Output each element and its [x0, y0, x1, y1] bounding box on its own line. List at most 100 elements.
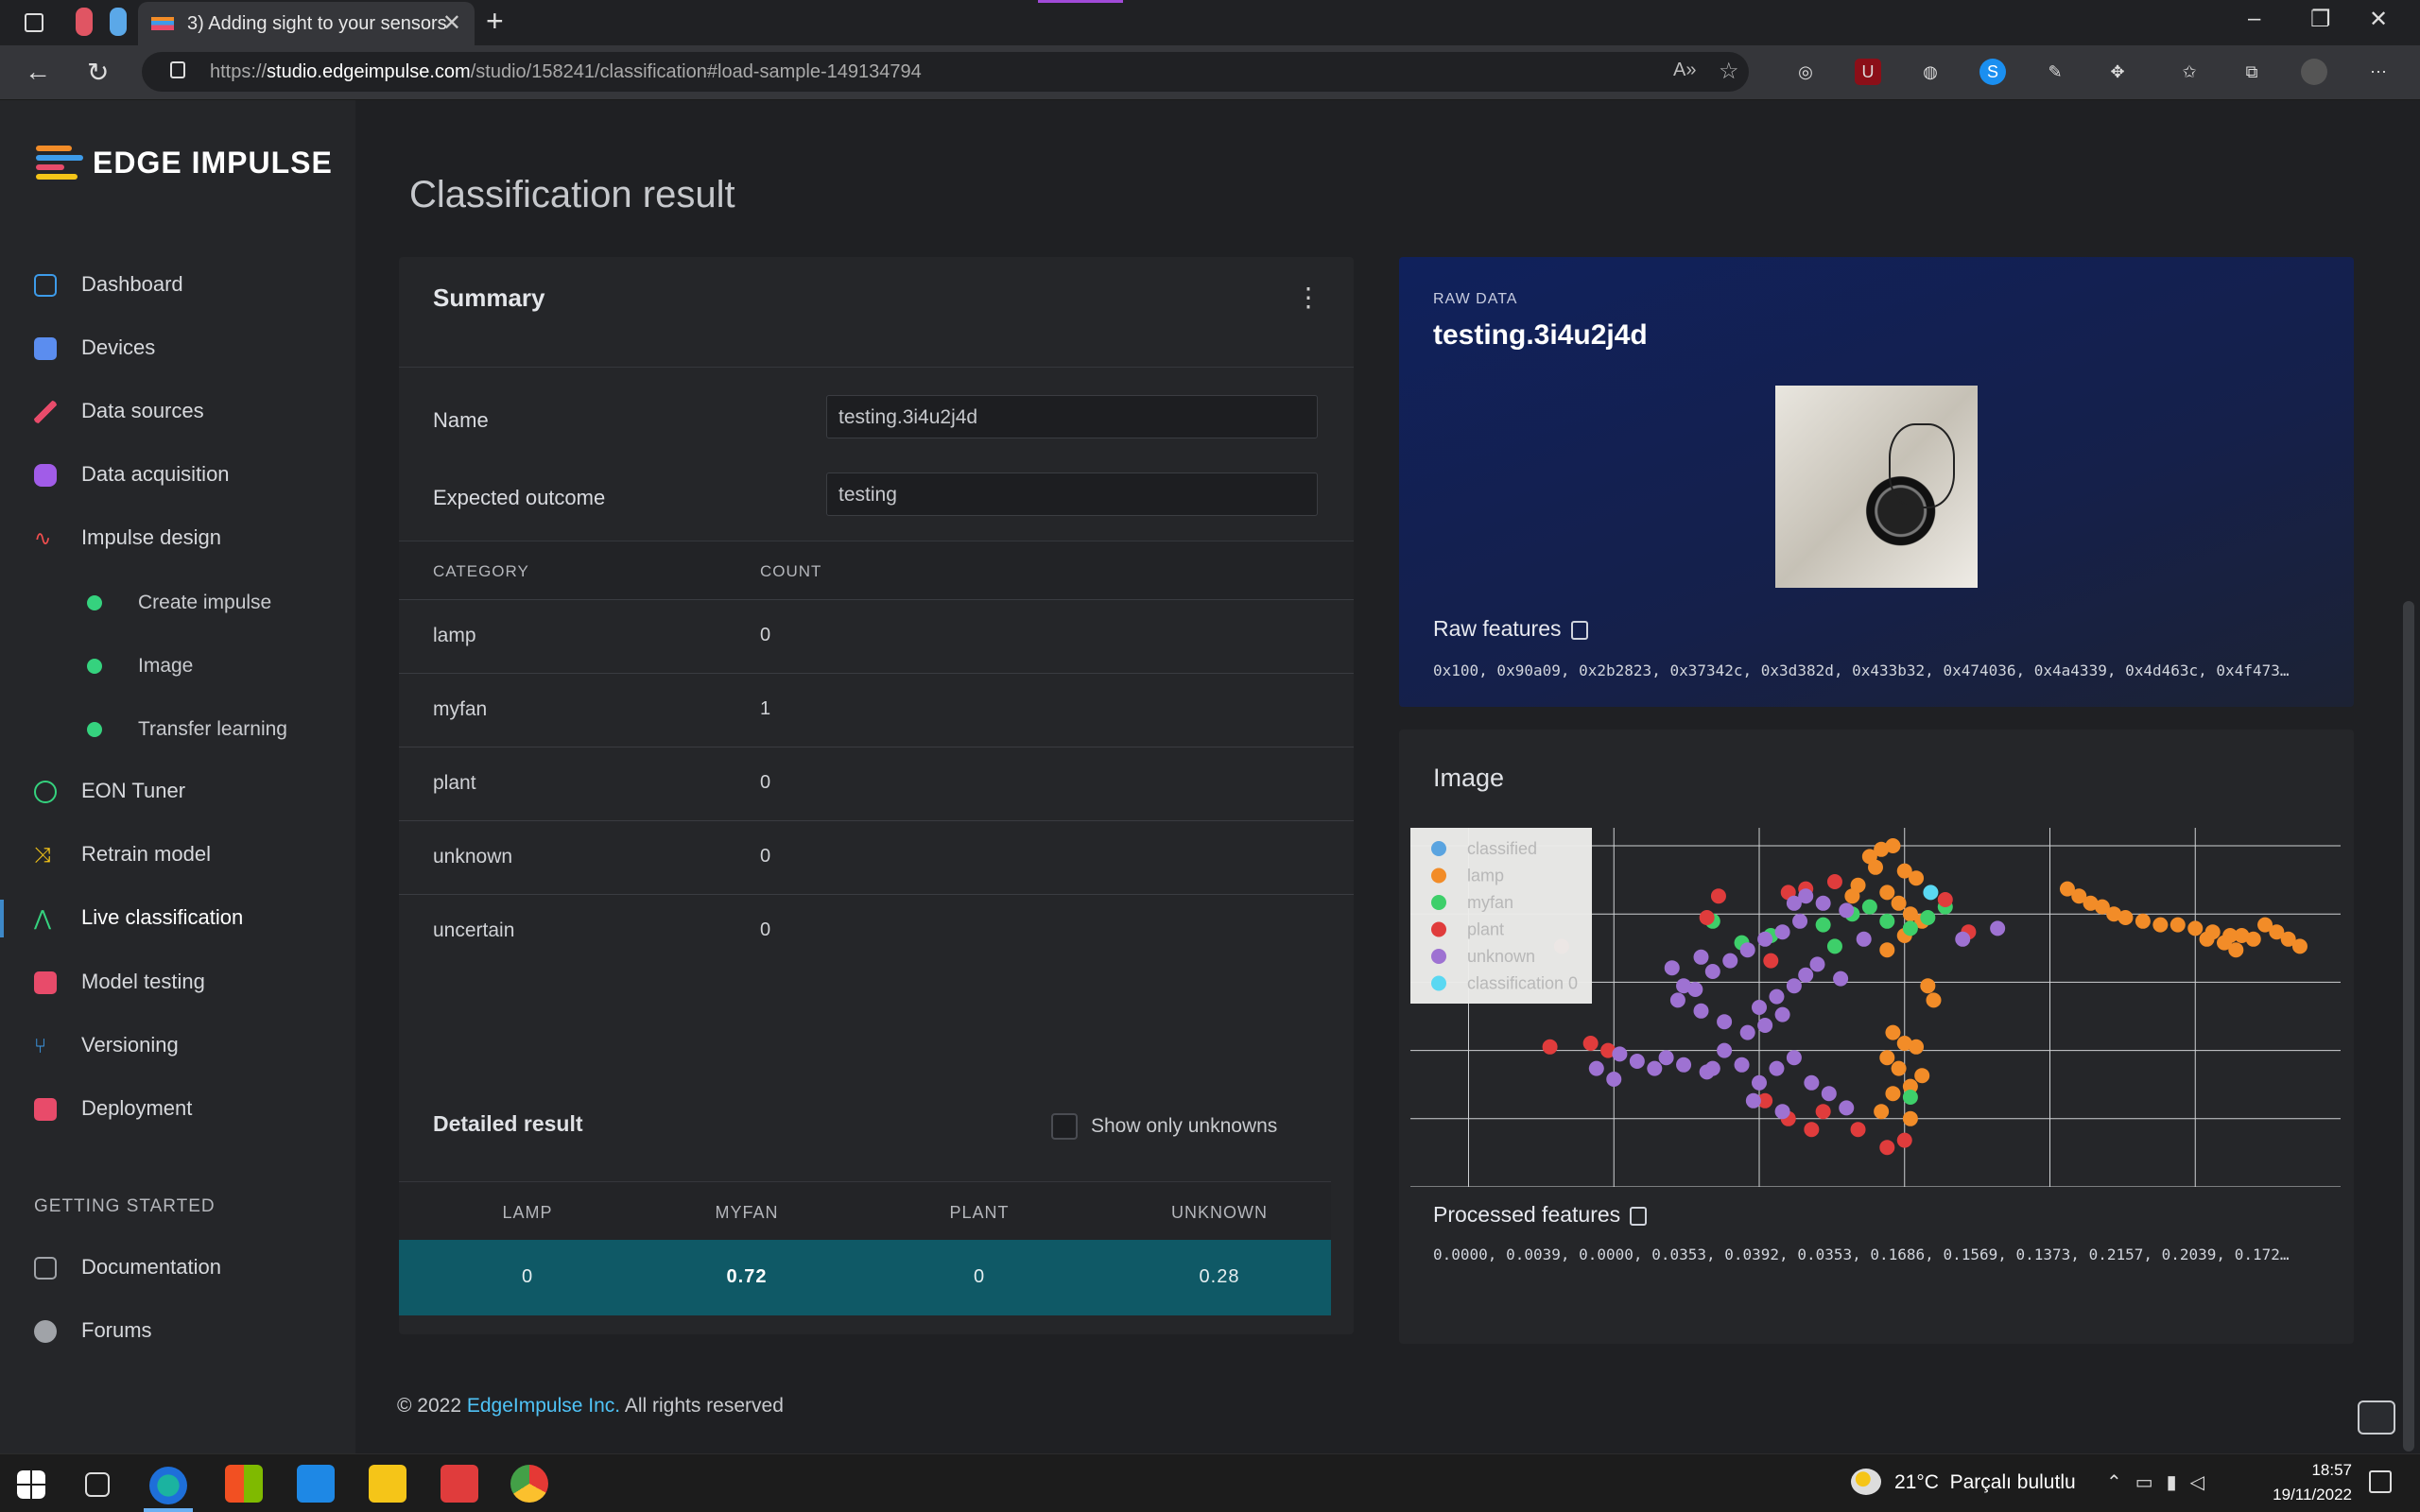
table-row: lamp 0 — [399, 599, 1354, 673]
new-tab-icon[interactable]: + — [486, 4, 504, 39]
sidebar-item-documentation[interactable]: Documentation — [34, 1255, 221, 1280]
weather-widget[interactable]: 21°C Parçalı bulutlu — [1894, 1471, 2076, 1494]
sidebar-item-retrain-model[interactable]: ⤨ Retrain model — [34, 842, 211, 867]
extension-glasses-icon[interactable]: ◎ — [1792, 59, 1819, 85]
show-unknowns-checkbox[interactable] — [1051, 1113, 1078, 1140]
chrome-taskbar-icon[interactable] — [510, 1465, 548, 1503]
scatter-point — [1833, 971, 1849, 987]
weather-icon — [1851, 1469, 1881, 1495]
sidebar-subitem-transfer-learning[interactable]: Transfer learning — [87, 718, 287, 741]
scatter-point — [1920, 910, 1936, 925]
favorite-icon[interactable]: ☆ — [1719, 58, 1739, 85]
store-taskbar-icon[interactable] — [225, 1465, 263, 1503]
sidebar-subitem-image[interactable]: Image — [87, 655, 193, 678]
scatter-point — [1809, 956, 1825, 972]
show-unknowns-label[interactable]: Show only unknowns — [1091, 1115, 1277, 1138]
image-card: Image classified lamp myfan plant unknown cla… — [1399, 730, 2354, 1344]
name-field[interactable]: testing.3i4u2j4d — [826, 395, 1318, 438]
legend-swatch — [1431, 841, 1446, 856]
workspaces-icon[interactable] — [25, 13, 43, 32]
scatter-point — [2245, 931, 2261, 947]
scatter-point — [1588, 1060, 1604, 1076]
raw-data-card: RAW DATA testing.3i4u2j4d Raw features 0… — [1399, 257, 2354, 707]
shazam-icon[interactable]: S — [1979, 59, 2006, 85]
close-window-icon[interactable]: ✕ — [2369, 6, 2388, 33]
browser-titlebar: 3) Adding sight to your sensors ✕ + – ❐ … — [0, 0, 2420, 45]
more-menu-icon[interactable]: ⋯ — [2365, 59, 2392, 85]
minimize-icon[interactable]: – — [2248, 6, 2260, 32]
extensions-icon[interactable]: ✥ — [2104, 59, 2131, 85]
tab-group-blue-icon[interactable] — [110, 8, 127, 36]
url-host: studio.edgeimpulse.com — [267, 61, 471, 82]
detail-table-header: LAMP MYFAN PLANT UNKNOWN — [399, 1181, 1331, 1240]
collections-icon[interactable]: ⧉ — [2238, 59, 2265, 85]
clock-date[interactable]: 19/11/2022 — [2244, 1486, 2352, 1504]
scatter-point — [1879, 942, 1895, 958]
active-tab[interactable]: 3) Adding sight to your sensors ✕ — [138, 2, 475, 45]
scatter-point — [1861, 899, 1877, 915]
brand-logo[interactable]: EDGE IMPULSE — [93, 146, 333, 180]
feature-scatter-chart[interactable]: classified lamp myfan plant unknown classific… — [1410, 828, 2341, 1187]
sidebar-item-deployment[interactable]: Deployment — [34, 1096, 192, 1122]
mail-taskbar-icon[interactable] — [297, 1465, 335, 1503]
scatter-point — [1821, 1086, 1837, 1102]
legend-swatch — [1431, 949, 1446, 964]
scatter-point — [2118, 910, 2134, 925]
address-bar[interactable]: https://studio.edgeimpulse.com/studio/15… — [142, 52, 1749, 92]
detail-col-myfan: MYFAN — [715, 1203, 779, 1222]
sidebar-item-forums[interactable]: Forums — [34, 1318, 152, 1344]
tab-group-red-icon[interactable] — [76, 8, 93, 36]
scatter-point — [1909, 1039, 1925, 1055]
expected-outcome-field[interactable]: testing — [826, 472, 1318, 516]
scrollbar[interactable] — [2403, 601, 2414, 1452]
feedback-button[interactable] — [2358, 1400, 2395, 1435]
sidebar-item-live-classification[interactable]: ⋀ Live classification — [34, 905, 243, 930]
sidebar-item-model-testing[interactable]: Model testing — [34, 970, 205, 995]
chip-icon — [34, 337, 57, 361]
scatter-point — [1815, 917, 1831, 933]
edge-taskbar-icon[interactable] — [149, 1467, 187, 1504]
restore-icon[interactable]: ❐ — [2310, 6, 2331, 33]
explorer-taskbar-icon[interactable] — [369, 1465, 406, 1503]
summary-menu-icon[interactable]: ⋮ — [1295, 282, 1322, 313]
sidebar-item-eon-tuner[interactable]: EON Tuner — [34, 779, 185, 804]
close-tab-icon[interactable]: ✕ — [442, 9, 461, 37]
table-row: plant 0 — [399, 747, 1354, 820]
copy-icon[interactable] — [1630, 1206, 1648, 1226]
sidebar-item-data-sources[interactable]: Data sources — [34, 399, 204, 424]
scatter-point — [1763, 953, 1779, 969]
tray-icons[interactable]: ⌃▭▮◁ — [2106, 1470, 2218, 1494]
sidebar-item-versioning[interactable]: ⑂ Versioning — [34, 1033, 179, 1057]
scatter-point — [1693, 1003, 1709, 1019]
sidebar-item-dashboard[interactable]: Dashboard — [34, 272, 183, 298]
detail-row[interactable]: 0 0.72 0 0.28 — [399, 1240, 1331, 1315]
extension-pen-icon[interactable]: ✎ — [2042, 59, 2068, 85]
sidebar-item-devices[interactable]: Devices — [34, 335, 155, 361]
favorites-icon[interactable]: ✩ — [2176, 59, 2203, 85]
refresh-icon[interactable]: ↻ — [87, 57, 109, 88]
logo-mark-2 — [36, 155, 83, 161]
discord-taskbar-icon[interactable] — [441, 1465, 478, 1503]
lock-icon — [170, 61, 185, 78]
sidebar-item-data-acquisition[interactable]: Data acquisition — [34, 462, 230, 488]
avatar[interactable] — [2301, 59, 2327, 85]
sidebar-subitem-create-impulse[interactable]: Create impulse — [87, 592, 271, 614]
scatter-point — [1815, 895, 1831, 911]
notifications-icon[interactable] — [2369, 1470, 2392, 1493]
read-aloud-icon[interactable]: A» — [1673, 60, 1696, 81]
sidebar-item-impulse-design[interactable]: ∿ Impulse design — [34, 525, 221, 550]
footer-company-link[interactable]: EdgeImpulse Inc. — [467, 1395, 620, 1417]
copy-icon[interactable] — [1570, 620, 1588, 640]
task-view-icon[interactable] — [85, 1472, 110, 1497]
back-icon[interactable]: ← — [25, 57, 51, 87]
scatter-point — [1874, 1104, 1890, 1120]
start-icon[interactable] — [17, 1470, 45, 1499]
extension-globe-icon[interactable]: ◍ — [1917, 59, 1944, 85]
scatter-point — [1798, 967, 1814, 983]
clock-time[interactable]: 18:57 — [2269, 1461, 2352, 1480]
scatter-point — [1826, 938, 1842, 954]
scatter-point — [1647, 1060, 1663, 1076]
active-indicator — [0, 900, 4, 937]
scatter-point — [1826, 874, 1842, 889]
ublock-icon[interactable]: U — [1855, 59, 1881, 85]
